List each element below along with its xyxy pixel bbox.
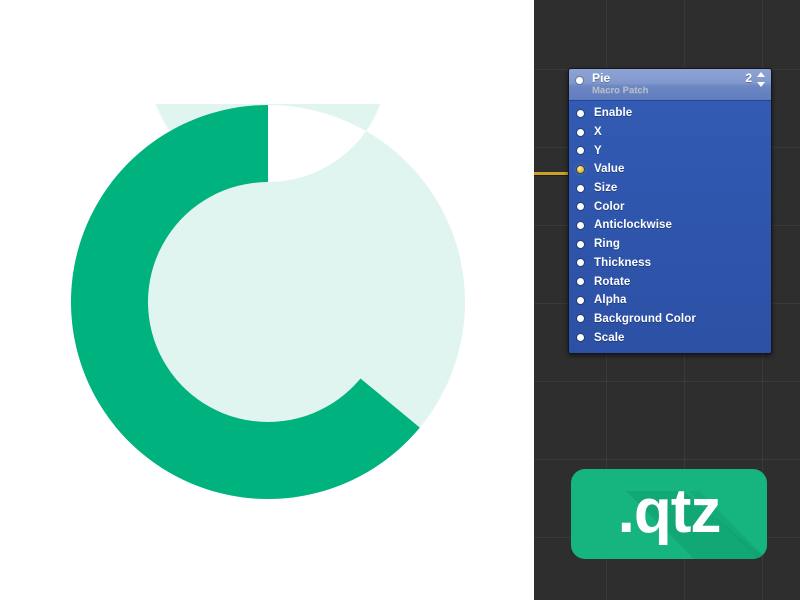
patch-port-anticlockwise[interactable]: Anticlockwise xyxy=(569,216,771,235)
port-dot-icon[interactable] xyxy=(577,240,584,248)
patch-port-label: Anticlockwise xyxy=(594,219,672,232)
port-dot-icon[interactable] xyxy=(577,128,584,136)
patch-header[interactable]: Pie Macro Patch 2 xyxy=(569,69,771,101)
patch-port-label: Color xyxy=(594,200,625,213)
port-dot-icon[interactable] xyxy=(577,278,584,286)
patch-port-label: X xyxy=(594,126,602,139)
patch-port-size[interactable]: Size xyxy=(569,179,771,198)
patch-port-label: Thickness xyxy=(594,256,652,269)
screenshot-root: Pie Macro Patch 2 Enable X Y Value Size Color… xyxy=(0,0,800,600)
port-dot-icon[interactable] xyxy=(577,334,584,342)
donut-chart xyxy=(70,104,466,500)
pie-render-preview xyxy=(0,0,534,600)
patch-port-alpha[interactable]: Alpha xyxy=(569,291,771,310)
port-dot-icon[interactable] xyxy=(577,315,584,323)
patch-port-label: Y xyxy=(594,144,602,157)
port-dot-icon[interactable] xyxy=(577,147,584,155)
patch-port-label: Rotate xyxy=(594,275,631,288)
patch-port-list: Enable X Y Value Size Color Anticlockwise Ring T… xyxy=(569,101,771,353)
stepper-up-icon[interactable] xyxy=(756,72,765,77)
patch-header-port-dot[interactable] xyxy=(576,77,583,84)
qtz-file-badge: .qtz xyxy=(571,469,767,559)
patch-editor-canvas[interactable]: Pie Macro Patch 2 Enable X Y Value Size Color… xyxy=(534,0,800,600)
stepper-down-icon[interactable] xyxy=(756,82,765,87)
port-dot-icon[interactable] xyxy=(577,203,584,211)
patch-port-x[interactable]: X xyxy=(569,123,771,142)
patch-instance-count: 2 xyxy=(745,71,752,85)
patch-port-label: Scale xyxy=(594,331,625,344)
patch-port-thickness[interactable]: Thickness xyxy=(569,254,771,273)
patch-port-value[interactable]: Value xyxy=(569,160,771,179)
port-dot-icon[interactable] xyxy=(577,184,584,192)
patch-port-label: Value xyxy=(594,163,625,176)
port-dot-icon[interactable] xyxy=(577,109,584,117)
patch-port-rotate[interactable]: Rotate xyxy=(569,272,771,291)
patch-port-color[interactable]: Color xyxy=(569,197,771,216)
patch-port-scale[interactable]: Scale xyxy=(569,328,771,347)
patch-port-ring[interactable]: Ring xyxy=(569,235,771,254)
patch-port-label: Enable xyxy=(594,107,633,120)
patch-port-label: Background Color xyxy=(594,312,696,325)
donut-chart-svg xyxy=(70,104,465,500)
patch-port-enable[interactable]: Enable xyxy=(569,104,771,123)
port-dot-icon[interactable] xyxy=(577,259,584,267)
patch-port-label: Alpha xyxy=(594,294,627,307)
patch-port-label: Size xyxy=(594,182,618,195)
patch-port-background-color[interactable]: Background Color xyxy=(569,310,771,329)
qtz-badge-label: .qtz xyxy=(617,477,722,546)
pie-macro-patch-node[interactable]: Pie Macro Patch 2 Enable X Y Value Size Color… xyxy=(568,68,772,354)
patch-count-stepper[interactable] xyxy=(756,72,765,87)
patch-port-label: Ring xyxy=(594,238,620,251)
port-connected-icon[interactable] xyxy=(577,165,584,173)
patch-subtitle: Macro Patch xyxy=(592,85,649,96)
patch-title: Pie xyxy=(592,71,611,85)
port-dot-icon[interactable] xyxy=(577,221,584,229)
port-dot-icon[interactable] xyxy=(577,296,584,304)
patch-port-y[interactable]: Y xyxy=(569,141,771,160)
